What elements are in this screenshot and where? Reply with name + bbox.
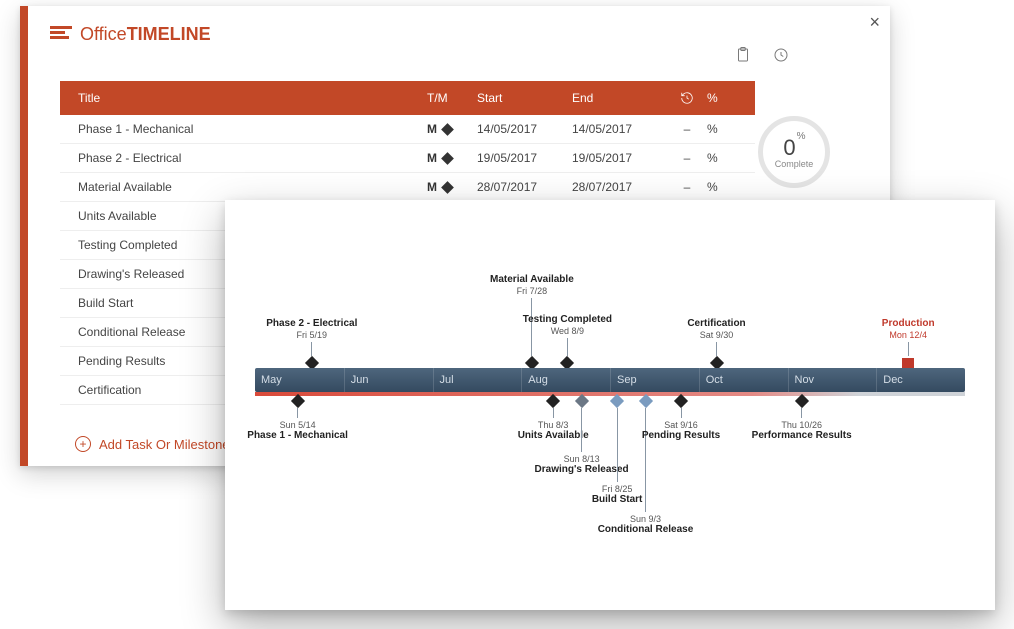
cell-tm: M — [427, 180, 477, 194]
clock-icon[interactable] — [772, 46, 790, 69]
toolbar — [734, 46, 790, 69]
cell-title: Phase 1 - Mechanical — [78, 122, 427, 136]
history-icon — [680, 91, 694, 105]
milestone[interactable]: Thu 10/26Performance Results — [742, 396, 862, 442]
month-tick: Dec — [876, 368, 965, 392]
diamond-icon — [291, 394, 305, 408]
brand-suffix: TIMELINE — [127, 24, 211, 44]
table-row[interactable]: Phase 1 - MechanicalM14/05/201714/05/201… — [60, 115, 755, 144]
cell-title: Material Available — [78, 180, 427, 194]
cell-pct: % — [707, 151, 737, 165]
month-tick: Jul — [433, 368, 522, 392]
plus-icon: + — [75, 436, 91, 452]
cell-end: 19/05/2017 — [572, 151, 667, 165]
col-history[interactable] — [667, 91, 707, 105]
cell-dur: – — [667, 180, 707, 194]
table-row[interactable]: Material AvailableM28/07/201728/07/2017–… — [60, 173, 755, 202]
clipboard-icon[interactable] — [734, 46, 752, 69]
diamond-icon — [441, 181, 454, 194]
cell-start: 14/05/2017 — [477, 122, 572, 136]
diamond-icon — [795, 394, 809, 408]
close-icon[interactable]: × — [869, 12, 880, 33]
cell-end: 14/05/2017 — [572, 122, 667, 136]
timeline-band: MayJunJulAugSepOctNovDec — [255, 368, 965, 392]
progress-ring: 0% Complete — [758, 116, 830, 188]
milestone[interactable]: Phase 2 - ElectricalFri 5/19 — [252, 318, 372, 369]
cell-pct: % — [707, 122, 737, 136]
cell-dur: – — [667, 122, 707, 136]
brand-prefix: Office — [80, 24, 127, 44]
app-logo: OfficeTIMELINE — [50, 24, 211, 45]
month-tick: Nov — [788, 368, 877, 392]
progress-unit: % — [797, 131, 806, 142]
month-tick: Jun — [344, 368, 433, 392]
timeline-band-wrap: MayJunJulAugSepOctNovDec — [255, 368, 965, 392]
table-row[interactable]: Phase 2 - ElectricalM19/05/201719/05/201… — [60, 144, 755, 173]
month-tick: Aug — [521, 368, 610, 392]
cell-tm: M — [427, 151, 477, 165]
cell-start: 19/05/2017 — [477, 151, 572, 165]
add-task-label: Add Task Or Milestone — [99, 437, 230, 452]
milestone[interactable]: Sat 9/16Pending Results — [621, 396, 741, 442]
milestones-below: Sun 5/14Phase 1 - MechanicalThu 8/3Units… — [255, 396, 965, 596]
milestone[interactable]: CertificationSat 9/30 — [657, 318, 777, 369]
cell-end: 28/07/2017 — [572, 180, 667, 194]
col-tm[interactable]: T/M — [427, 91, 477, 105]
diamond-icon — [441, 152, 454, 165]
timeline-preview: Phase 2 - ElectricalFri 5/19Material Ava… — [225, 200, 995, 610]
milestones-above: Phase 2 - ElectricalFri 5/19Material Ava… — [255, 200, 965, 368]
col-start[interactable]: Start — [477, 91, 572, 105]
logo-icon — [50, 26, 72, 44]
cell-tm: M — [427, 122, 477, 136]
milestone[interactable]: Sun 5/14Phase 1 - Mechanical — [238, 396, 358, 442]
month-tick: Oct — [699, 368, 788, 392]
grid-header: Title T/M Start End % — [60, 81, 755, 115]
diamond-icon — [902, 358, 914, 368]
milestone[interactable]: Testing CompletedWed 8/9 — [507, 314, 627, 369]
diamond-icon — [674, 394, 688, 408]
diamond-icon — [441, 123, 454, 136]
progress-value: 0 — [783, 135, 795, 160]
col-title[interactable]: Title — [78, 91, 427, 105]
month-tick: May — [255, 368, 344, 392]
cell-pct: % — [707, 180, 737, 194]
col-percent[interactable]: % — [707, 91, 737, 105]
cell-title: Phase 2 - Electrical — [78, 151, 427, 165]
col-end[interactable]: End — [572, 91, 667, 105]
milestone[interactable]: ProductionMon 12/4 — [848, 318, 968, 369]
cell-start: 28/07/2017 — [477, 180, 572, 194]
cell-dur: – — [667, 151, 707, 165]
add-task-button[interactable]: + Add Task Or Milestone — [75, 436, 230, 452]
month-tick: Sep — [610, 368, 699, 392]
